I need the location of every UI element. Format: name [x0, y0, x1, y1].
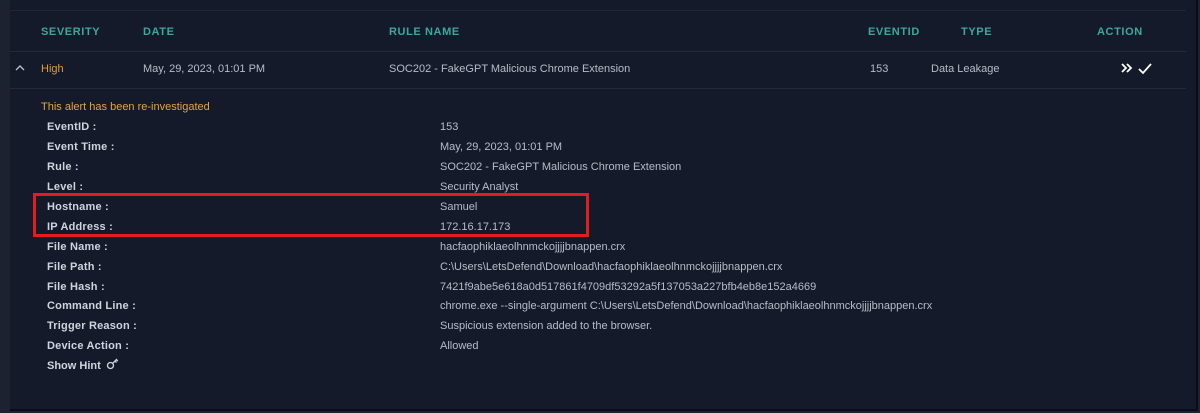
detail-label-rule: Rule :	[47, 161, 79, 173]
detail-value-rule: SOC202 - FakeGPT Malicious Chrome Extens…	[440, 161, 682, 173]
detail-value-hostname: Samuel	[440, 201, 478, 213]
alert-eventid: 153	[870, 63, 889, 75]
detail-label-file-name: File Name :	[47, 241, 108, 253]
detail-value-eventid: 153	[440, 121, 459, 133]
detail-value-ip-address: 172.16.17.173	[440, 221, 511, 233]
detail-label-command-line: Command Line :	[47, 300, 136, 312]
detail-label-hostname: Hostname :	[47, 201, 109, 213]
key-icon	[106, 358, 119, 373]
checkmark-icon[interactable]	[1137, 62, 1153, 75]
detail-label-device-action: Device Action :	[47, 340, 130, 352]
header-action: ACTION	[1097, 26, 1143, 38]
show-hint-label: Show Hint	[47, 359, 101, 372]
detail-value-file-name: hacfaophiklaeolhnmckojjjjbnappen.crx	[440, 241, 626, 253]
detail-value-file-path: C:\Users\LetsDefend\Download\hacfaophikl…	[440, 261, 783, 273]
alert-row[interactable]: High May, 29, 2023, 01:01 PM SOC202 - Fa…	[10, 50, 1186, 89]
detail-label-trigger-reason: Trigger Reason :	[47, 320, 137, 332]
alert-date: May, 29, 2023, 01:01 PM	[143, 63, 266, 75]
reinvestigated-notice: This alert has been re-investigated	[41, 101, 210, 113]
detail-value-device-action: Allowed	[440, 340, 479, 352]
header-date[interactable]: DATE	[143, 26, 175, 38]
detail-label-level: Level :	[47, 181, 84, 193]
header-eventid[interactable]: EVENTID	[868, 26, 920, 38]
detail-label-ip-address: IP Address :	[47, 221, 113, 233]
alert-actions	[1120, 59, 1153, 77]
detail-value-trigger-reason: Suspicious extension added to the browse…	[440, 320, 653, 332]
chevron-up-icon[interactable]	[14, 61, 26, 73]
double-chevron-right-icon[interactable]	[1120, 62, 1134, 74]
detail-value-event-time: May, 29, 2023, 01:01 PM	[440, 141, 563, 153]
header-rule-name[interactable]: RULE NAME	[389, 26, 460, 38]
detail-label-event-time: Event Time :	[47, 141, 115, 153]
detail-value-file-hash: 7421f9abe5e618a0d517861f4709df53292a5f13…	[440, 281, 817, 293]
alert-rule-name: SOC202 - FakeGPT Malicious Chrome Extens…	[389, 63, 631, 75]
table-header: SEVERITY DATE RULE NAME EVENTID TYPE ACT…	[10, 10, 1186, 52]
detail-label-file-hash: File Hash :	[47, 281, 105, 293]
alert-panel: SEVERITY DATE RULE NAME EVENTID TYPE ACT…	[10, 0, 1198, 411]
header-severity[interactable]: SEVERITY	[41, 26, 100, 38]
alert-severity: High	[41, 63, 64, 75]
header-type[interactable]: TYPE	[961, 26, 992, 38]
detail-label-file-path: File Path :	[47, 261, 102, 273]
alert-type: Data Leakage	[931, 63, 1000, 75]
detail-value-command-line: chrome.exe --single-argument C:\Users\Le…	[440, 300, 933, 312]
detail-label-eventid: EventID :	[47, 121, 97, 133]
detail-value-level: Security Analyst	[440, 181, 519, 193]
show-hint-button[interactable]: Show Hint	[47, 358, 119, 373]
